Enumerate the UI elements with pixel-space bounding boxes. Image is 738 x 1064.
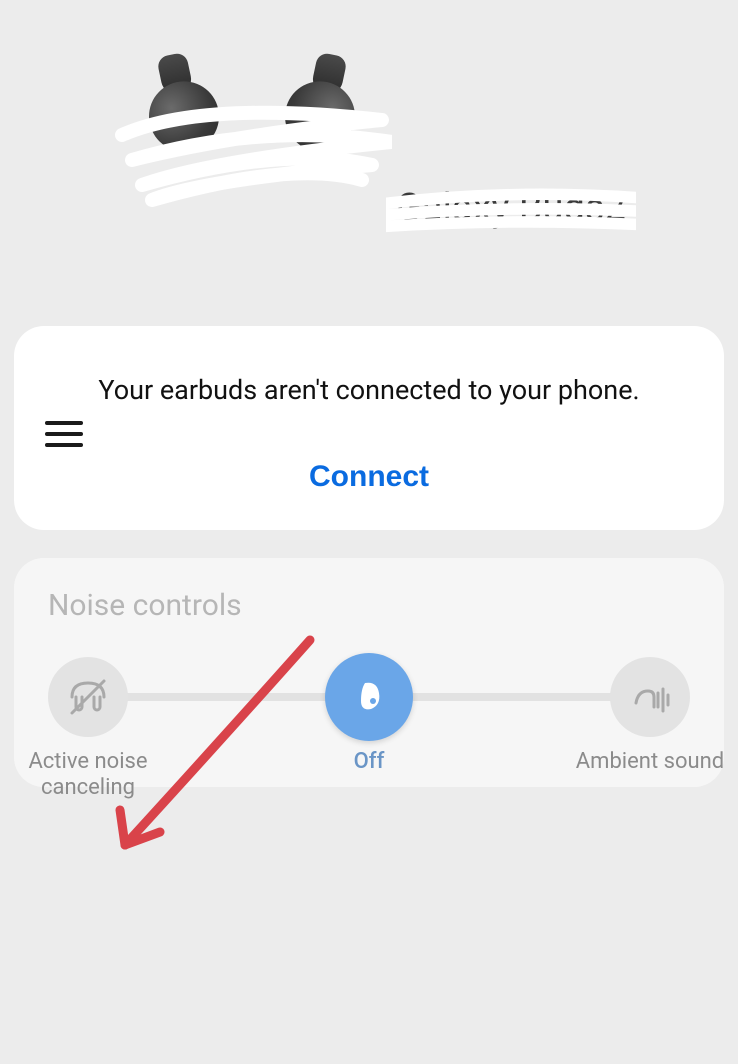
connect-button[interactable]: Connect <box>309 460 429 494</box>
connection-status-text: Your earbuds aren't connected to your ph… <box>38 374 700 406</box>
noise-controls-slider: Active noise canceling Off Ambient sound <box>48 657 690 777</box>
ambient-option[interactable] <box>610 657 690 737</box>
menu-button[interactable] <box>45 415 83 453</box>
anc-icon <box>66 675 110 719</box>
off-option[interactable] <box>325 653 413 741</box>
device-name-label: Galaxy Buds2 <box>396 186 626 230</box>
connection-status-card: Your earbuds aren't connected to your ph… <box>14 326 724 530</box>
device-name-text: Galaxy Buds2 <box>396 186 626 230</box>
earbud-right-icon <box>263 73 362 187</box>
off-label: Off <box>279 749 459 775</box>
hamburger-icon <box>45 421 83 425</box>
earbud-off-icon <box>347 675 391 719</box>
earbud-left-icon <box>143 73 242 187</box>
anc-label: Active noise canceling <box>0 749 178 802</box>
ambient-label: Ambient sound <box>560 749 738 775</box>
noise-controls-title: Noise controls <box>48 588 690 623</box>
device-hero: Galaxy Buds2 <box>0 0 738 230</box>
earbuds-image <box>112 60 392 220</box>
noise-controls-card: Noise controls Active noise canceling Of… <box>14 558 724 787</box>
ambient-icon <box>628 675 672 719</box>
anc-option[interactable] <box>48 657 128 737</box>
